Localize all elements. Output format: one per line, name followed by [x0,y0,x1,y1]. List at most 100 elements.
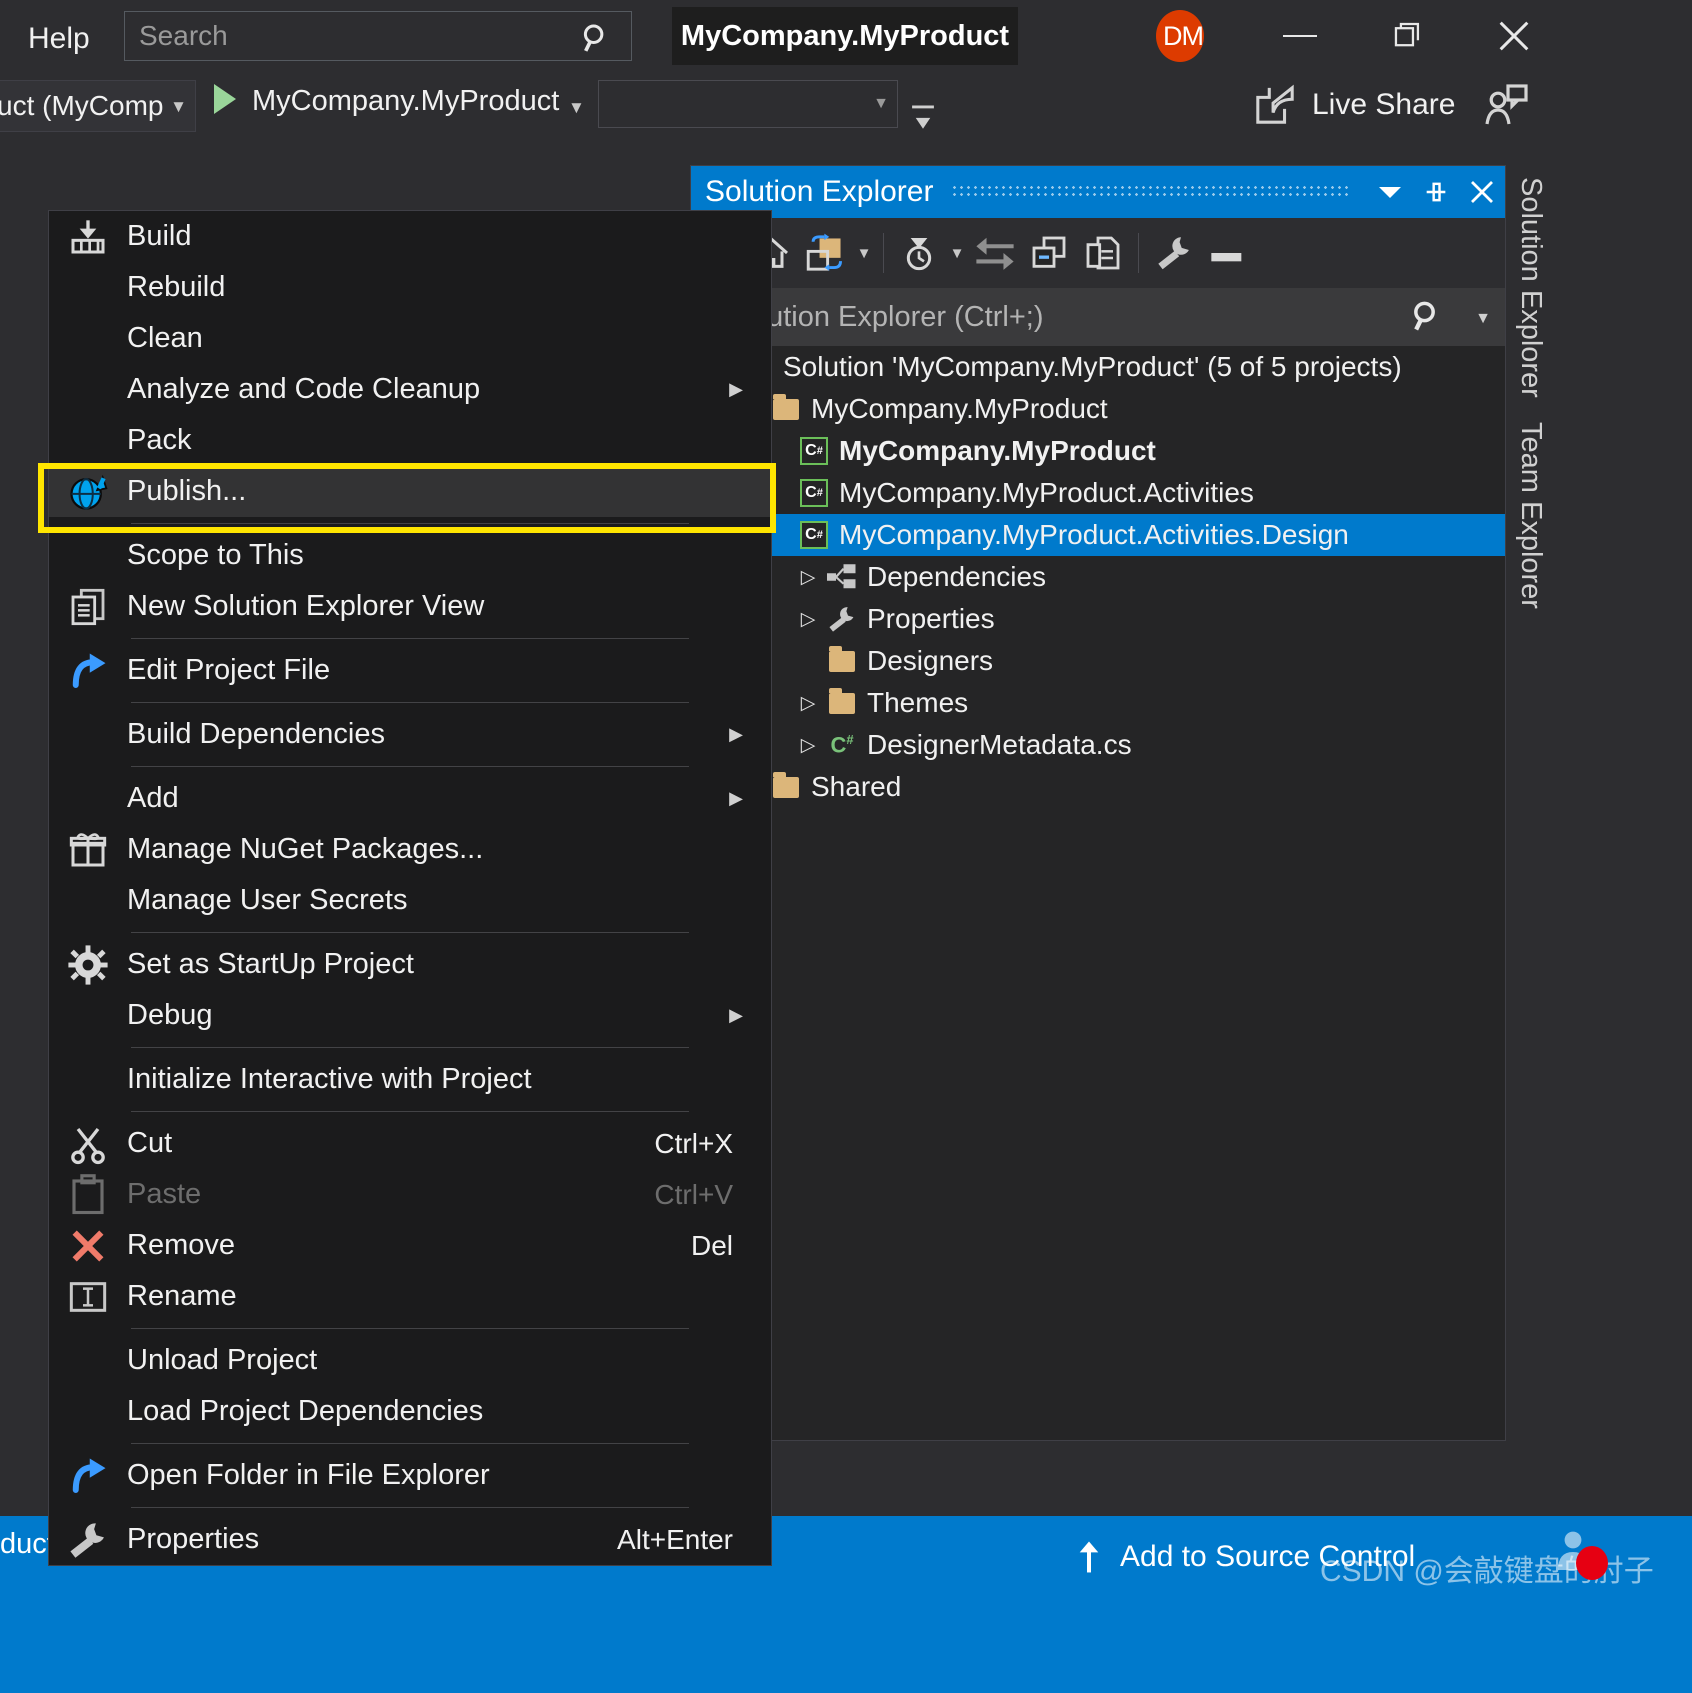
collapse-all-icon[interactable] [1022,218,1076,288]
close-icon[interactable] [1459,166,1505,218]
menu-item-label: Add [127,782,179,814]
tree-item[interactable]: ▷Shared [691,766,1505,808]
drag-handle[interactable] [951,184,1349,200]
tree-item[interactable]: ▷ Designers [691,640,1505,682]
menu-item-analyze-and-code-cleanup[interactable]: Analyze and Code Cleanup ▶ [49,364,771,415]
menu-item-label: Scope to This [127,539,304,571]
tree-item[interactable]: ▷C#MyCompany.MyProduct.Activities [691,472,1505,514]
sync-icon[interactable] [968,218,1022,288]
menu-item-properties[interactable]: Properties Alt+Enter [49,1514,771,1565]
tree-item-label: MyCompany.MyProduct [811,393,1108,424]
publish-globe-icon [49,470,127,514]
toolbar-overflow-icon[interactable] [908,96,938,136]
restore-window-icon[interactable] [1372,8,1444,64]
menu-item-edit-project-file[interactable]: Edit Project File [49,645,771,696]
project-context-menu: Build Rebuild Clean Analyze and Code Cleanu… [48,210,772,1566]
menu-separator [131,1507,689,1508]
pin-icon[interactable] [1413,166,1459,218]
solution-configuration-combo[interactable]: uct (MyComp ▼ [0,80,196,132]
close-icon[interactable] [1478,8,1550,64]
menu-item-initialize-interactive-with-project[interactable]: Initialize Interactive with Project [49,1054,771,1105]
tree-item[interactable]: ▷C#MyCompany.MyProduct [691,430,1505,472]
menu-item-clean[interactable]: Clean [49,313,771,364]
menu-item-label: Build Dependencies [127,718,385,750]
menu-item-shortcut: Ctrl+V [654,1178,733,1210]
watermark-badge [1576,1546,1608,1580]
menu-item-manage-nuget-packages[interactable]: Manage NuGet Packages... [49,824,771,875]
pending-changes-filter-icon[interactable] [892,218,946,288]
tree-item-label: Properties [867,603,995,634]
tab-team-explorer[interactable]: Team Explorer [1508,410,1553,621]
menu-item-unload-project[interactable]: Unload Project [49,1335,771,1386]
properties-wrench-icon[interactable] [1147,218,1201,288]
chevron-down-icon[interactable]: ▼ [853,245,875,262]
menu-item-remove[interactable]: Remove Del [49,1220,771,1271]
global-search-input[interactable]: Search [124,11,632,61]
minimize-button[interactable] [1264,8,1336,64]
clipboard-icon [49,1173,127,1216]
nuget-package-icon [49,829,127,871]
menu-item-debug[interactable]: Debug ▶ [49,990,771,1041]
chevron-right-icon: ▶ [729,788,743,808]
tree-item[interactable]: ▷ Properties [691,598,1505,640]
menu-separator [131,638,689,639]
menu-item-rename[interactable]: Rename [49,1271,771,1322]
solution-explorer-panel: Solution Explorer ▼ ▼ h Solution Explore… [690,165,1506,1441]
show-all-files-icon[interactable] [1076,218,1130,288]
menu-item-manage-user-secrets[interactable]: Manage User Secrets [49,875,771,926]
menu-item-label: Pack [127,424,192,456]
menu-separator [131,702,689,703]
start-debug-button[interactable] [214,84,236,114]
tree-item[interactable]: ▷Solution 'MyCompany.MyProduct' (5 of 5 … [691,346,1505,388]
tree-item-label: Solution 'MyCompany.MyProduct' (5 of 5 p… [783,351,1402,382]
chevron-right-icon[interactable]: ▷ [793,692,823,715]
tree-item[interactable]: ▷ Themes [691,682,1505,724]
menu-item-new-solution-explorer-view[interactable]: New Solution Explorer View [49,581,771,632]
chevron-down-icon[interactable] [1367,166,1413,218]
global-search-placeholder: Search [139,20,228,51]
tree-item[interactable]: ▷ Dependencies [691,556,1505,598]
solution-explorer-toolbar: ▼ ▼ [691,218,1505,288]
sync-with-active-document-icon[interactable] [799,218,853,288]
tree-item-label: MyCompany.MyProduct [839,435,1156,466]
chevron-right-icon[interactable]: ▷ [793,734,823,757]
chevron-down-icon[interactable]: ▼ [1475,310,1491,328]
csharp-project-icon: C # [795,521,833,549]
tree-item-label: Shared [811,771,902,802]
avatar[interactable]: DM [1156,10,1204,62]
tree-item[interactable]: ▷C#MyCompany.MyProduct.Activities.Design [691,514,1505,556]
chevron-down-icon: ▼ [170,97,187,116]
chevron-right-icon[interactable]: ▷ [793,608,823,631]
search-icon[interactable] [1407,297,1447,337]
preview-selected-items-icon[interactable] [1201,218,1255,288]
menu-item-pack[interactable]: Pack [49,415,771,466]
tree-item[interactable]: ▶MyCompany.MyProduct [691,388,1505,430]
menu-item-build[interactable]: Build [49,211,771,262]
menu-item-label: Analyze and Code Cleanup [127,373,481,405]
send-feedback-icon[interactable] [1480,80,1532,132]
chevron-down-icon[interactable]: ▼ [946,245,968,262]
menu-help[interactable]: Help [20,18,98,60]
tab-solution-explorer[interactable]: Solution Explorer [1508,165,1553,410]
menu-item-scope-to-this[interactable]: Scope to This [49,530,771,581]
solution-explorer-header: Solution Explorer [691,166,1505,218]
tree-item[interactable]: ▷ C# DesignerMetadata.cs [691,724,1505,766]
docked-tool-window-tabs: Solution Explorer Team Explorer [1508,165,1554,845]
menu-item-cut[interactable]: Cut Ctrl+X [49,1118,771,1169]
menu-item-set-as-startup-project[interactable]: Set as StartUp Project [49,939,771,990]
menu-item-build-dependencies[interactable]: Build Dependencies ▶ [49,709,771,760]
menu-item-load-project-dependencies[interactable]: Load Project Dependencies [49,1386,771,1437]
menu-item-open-folder-in-file-explorer[interactable]: Open Folder in File Explorer [49,1450,771,1501]
target-framework-combo[interactable]: ▼ [598,80,898,128]
menu-item-publish[interactable]: Publish... [49,466,771,517]
solution-explorer-search-input[interactable]: h Solution Explorer (Ctrl+;) ▼ [691,288,1505,346]
menu-item-rebuild[interactable]: Rebuild [49,262,771,313]
title-bar: Help Search MyCompany.MyProduct DM [0,0,1692,72]
menu-item-add[interactable]: Add ▶ [49,773,771,824]
live-share-button[interactable]: Live Share [1252,84,1455,126]
menu-separator [131,1111,689,1112]
folder-icon [823,687,861,714]
chevron-right-icon[interactable]: ▷ [793,566,823,589]
chevron-down-icon[interactable]: ▼ [568,98,585,118]
tree-item-label: Dependencies [867,561,1047,592]
